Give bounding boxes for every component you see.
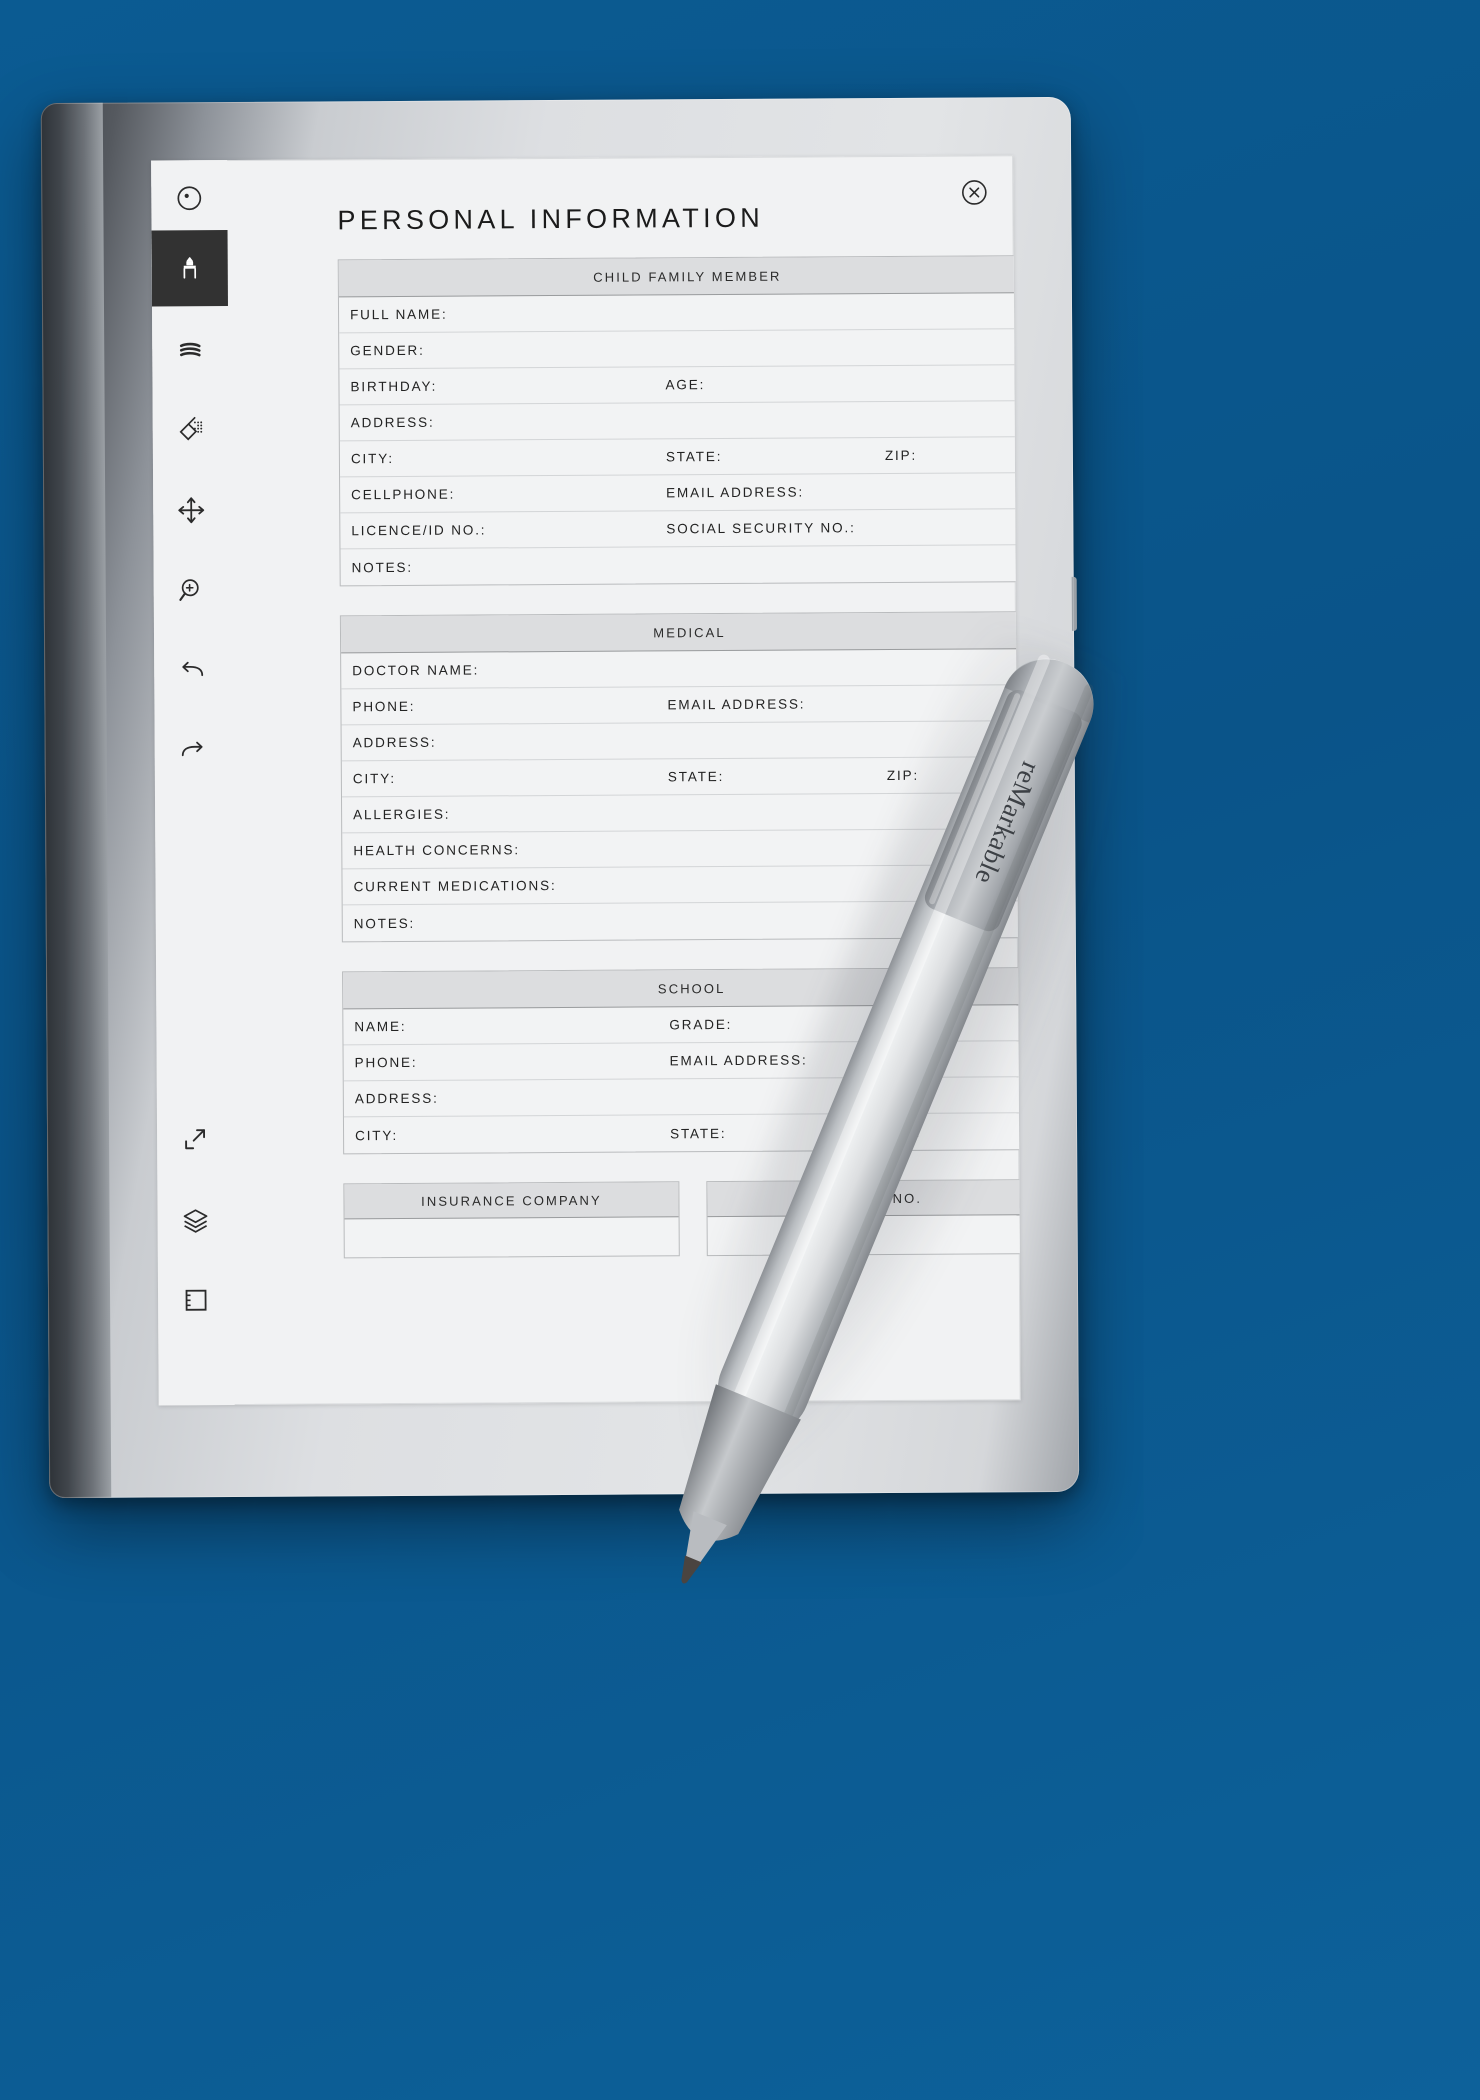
tablet-screen: PERSONAL INFORMATION CHILD FAMILY MEMBER… <box>151 155 1021 1406</box>
mini-box-heading-insurance-company: INSURANCE COMPANY <box>344 1182 679 1220</box>
power-button[interactable] <box>1071 576 1077 631</box>
field-label: STATE: <box>665 449 723 465</box>
form-row[interactable]: CELLPHONE: EMAIL ADDRESS: <box>340 473 1021 514</box>
section-card-school: SCHOOL NAME: GRADE: PHONE: EMAIL ADDRESS: ADD… <box>342 967 1021 1155</box>
field-label: CELLPHONE: <box>351 486 456 503</box>
form-row[interactable]: HEALTH CONCERNS: <box>342 829 1021 870</box>
form-row[interactable]: NOTES: <box>340 545 1020 585</box>
form-row[interactable]: DOCTOR NAME: <box>341 649 1021 690</box>
field-label: STATE: <box>667 768 725 785</box>
field-label: PHONE: <box>354 1054 418 1071</box>
field-label: ALLERGIES: <box>353 806 451 823</box>
move-tool-icon[interactable] <box>153 472 229 548</box>
field-label: CITY: <box>355 1127 399 1143</box>
form-row[interactable]: FULL NAME: <box>338 293 1021 334</box>
field-label: EMAIL ADDRESS: <box>669 1052 808 1069</box>
field-label: LICENCE/ID NO.: <box>351 522 487 539</box>
highlighter-icon[interactable] <box>152 311 228 387</box>
field-label: GRADE: <box>669 1016 733 1033</box>
form-row[interactable]: ADDRESS: <box>343 1077 1021 1118</box>
field-label: ZIP: <box>886 767 920 784</box>
form-row[interactable]: NAME: GRADE: <box>343 1005 1021 1046</box>
eraser-icon[interactable] <box>153 391 229 467</box>
undo-icon[interactable] <box>154 633 230 709</box>
redo-icon[interactable] <box>154 713 230 789</box>
mini-box-value-insurance-company[interactable] <box>345 1217 679 1257</box>
mini-box-policy-no: POLICY NO. <box>706 1179 1021 1257</box>
field-label: ZIP: <box>884 447 918 464</box>
field-label: ADDRESS: <box>350 414 435 431</box>
document-page: PERSONAL INFORMATION CHILD FAMILY MEMBER… <box>227 155 1021 1405</box>
section-heading-child-family-member: CHILD FAMILY MEMBER <box>338 256 1021 298</box>
field-label: FULL NAME: <box>350 306 448 323</box>
field-label: NOTES: <box>351 559 413 575</box>
form-row[interactable]: ADDRESS: <box>341 721 1021 762</box>
field-label: NOTES: <box>353 915 416 931</box>
field-label: STATE: <box>670 1125 727 1141</box>
section-card-medical: MEDICAL DOCTOR NAME: PHONE: EMAIL ADDRESS: A… <box>339 611 1021 943</box>
export-icon[interactable] <box>157 1101 233 1177</box>
form-row[interactable]: PHONE: EMAIL ADDRESS: <box>343 1041 1021 1082</box>
field-label: ADDRESS: <box>354 1090 439 1107</box>
form-row[interactable]: CITY: STATE: ZIP: <box>339 437 1021 478</box>
device-left-bezel <box>40 102 112 1499</box>
section-heading-label: CHILD FAMILY MEMBER <box>593 268 782 285</box>
mini-box-heading-policy-no: POLICY NO. <box>707 1180 1021 1218</box>
page-overview-icon[interactable] <box>158 1262 234 1338</box>
form-row[interactable]: ADDRESS: <box>339 401 1021 442</box>
mini-box-insurance-company: INSURANCE COMPANY <box>343 1181 680 1259</box>
form-row[interactable]: NOTES: <box>343 901 1021 941</box>
field-label: ZIP: <box>889 1124 922 1140</box>
form-row[interactable]: CITY: STATE: ZIP: <box>344 1113 1021 1153</box>
field-label: CITY: <box>352 771 396 787</box>
pen-tool-icon[interactable] <box>151 230 228 307</box>
field-label: AGE: <box>665 377 706 393</box>
field-label: CURRENT MEDICATIONS: <box>353 878 557 895</box>
field-label: HEALTH CONCERNS: <box>353 842 520 859</box>
form-row[interactable]: ALLERGIES: <box>341 793 1021 834</box>
zoom-in-icon[interactable] <box>153 552 229 628</box>
remarkable-tablet: PERSONAL INFORMATION CHILD FAMILY MEMBER… <box>40 96 1080 1499</box>
mini-box-heading-label: INSURANCE COMPANY <box>421 1192 602 1209</box>
page-title: PERSONAL INFORMATION <box>337 202 765 236</box>
mini-box-heading-label: POLICY NO. <box>826 1190 923 1206</box>
tool-sidebar <box>151 160 235 1406</box>
field-label: EMAIL ADDRESS: <box>666 484 805 501</box>
section-card-child-family-member: CHILD FAMILY MEMBER FULL NAME: GENDER: BIRT… <box>337 255 1021 587</box>
form-row[interactable]: CITY: STATE: ZIP: <box>341 757 1021 798</box>
field-label: PHONE: <box>352 698 416 715</box>
field-label: SOCIAL SECURITY NO.: <box>666 520 856 537</box>
field-label: ADDRESS: <box>352 734 437 751</box>
form-row[interactable]: CURRENT MEDICATIONS: <box>342 865 1021 906</box>
form-row[interactable]: LICENCE/ID NO.: SOCIAL SECURITY NO.: <box>340 509 1021 550</box>
field-label: BIRTHDAY: <box>350 378 438 395</box>
section-heading-medical: MEDICAL <box>340 612 1021 654</box>
record-dot-icon[interactable] <box>151 160 227 236</box>
form-row[interactable]: BIRTHDAY: AGE: <box>339 365 1021 406</box>
section-heading-label: MEDICAL <box>653 624 726 640</box>
section-heading-label: SCHOOL <box>657 980 726 996</box>
layers-icon[interactable] <box>157 1182 233 1258</box>
field-label: NAME: <box>354 1018 407 1035</box>
mini-box-value-policy-no[interactable] <box>708 1215 1021 1255</box>
field-label: DOCTOR NAME: <box>352 662 480 679</box>
field-label: CITY: <box>350 451 394 467</box>
close-icon[interactable] <box>959 177 989 207</box>
field-label: GENDER: <box>350 342 425 359</box>
field-label: EMAIL ADDRESS: <box>667 696 806 713</box>
section-heading-school: SCHOOL <box>343 968 1021 1010</box>
form-row[interactable]: PHONE: EMAIL ADDRESS: <box>341 685 1021 726</box>
form-row[interactable]: GENDER: <box>339 329 1021 370</box>
